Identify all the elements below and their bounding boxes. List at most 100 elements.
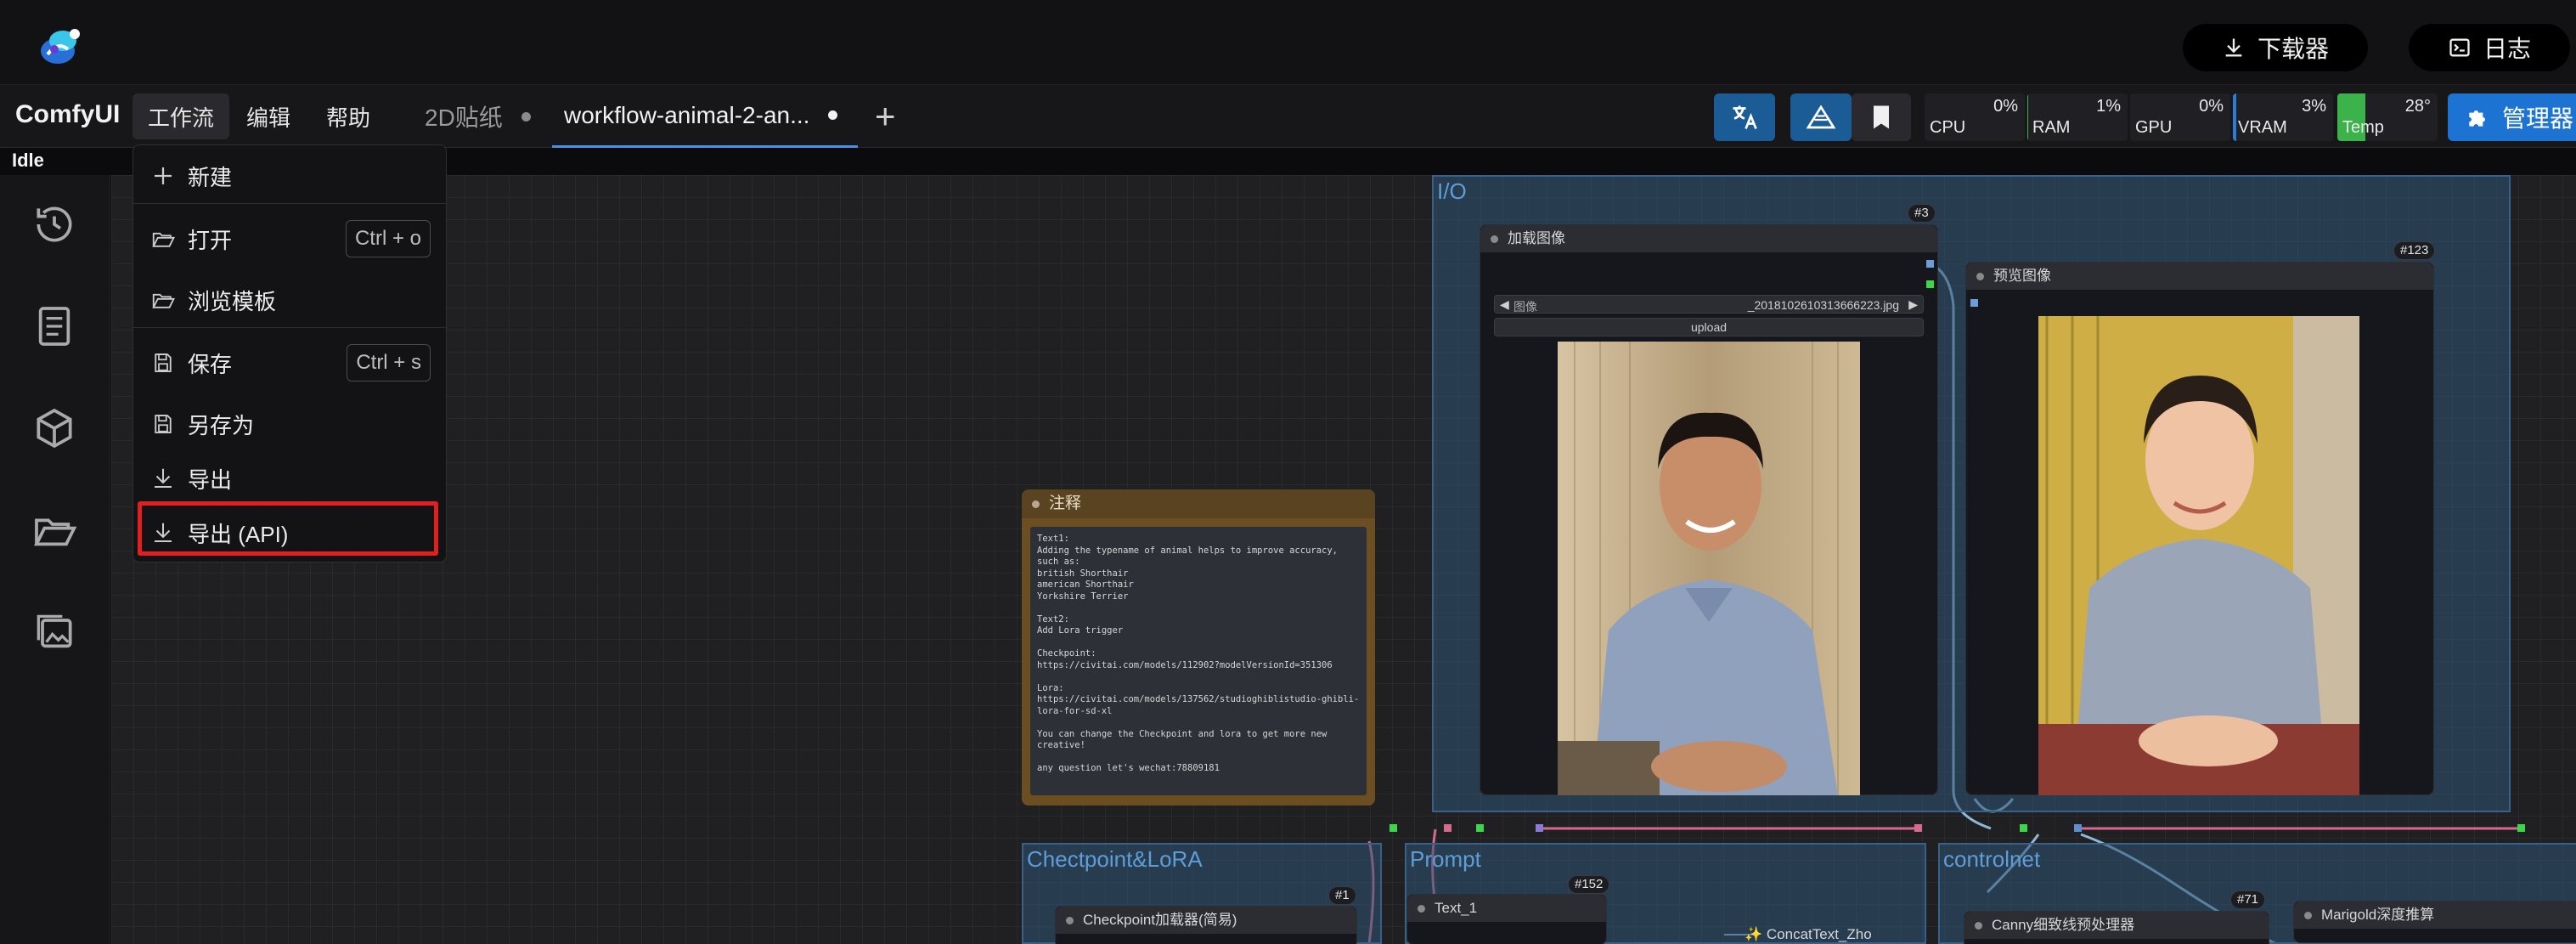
ram-bar: [2027, 93, 2028, 141]
node-status-dot-icon: [1975, 922, 1982, 930]
output-anime-image: [2038, 316, 2359, 795]
menu-item-new[interactable]: 新建: [150, 154, 431, 198]
ram-value: 1%: [2096, 97, 2121, 116]
text-node[interactable]: Text_1: [1406, 894, 1607, 944]
node-title: 加载图像: [1508, 230, 1565, 246]
downloader-button[interactable]: 下载器: [2183, 24, 2368, 71]
sidebar-library[interactable]: [31, 302, 78, 350]
translate-icon: [1733, 105, 1757, 130]
sidebar-images[interactable]: [31, 608, 78, 656]
slot-dot-icon[interactable]: [2074, 824, 2082, 832]
image-select-widget[interactable]: ◀ 图像 _20181026103136662​23.jpg ▶: [1494, 295, 1924, 314]
menu-item-label: 浏览模板: [188, 288, 277, 314]
menu-item-save[interactable]: 保存 Ctrl + s: [150, 341, 431, 385]
group-title: Prompt: [1410, 846, 1481, 872]
vram-value: 3%: [2302, 97, 2326, 116]
slot-dot-icon[interactable]: [1926, 260, 1934, 268]
folder-open-icon: [152, 293, 176, 308]
book-icon: [38, 307, 70, 346]
menu-item-save-as[interactable]: 另存为: [150, 402, 431, 446]
group-title: I/O: [1437, 178, 1467, 204]
arrow-left-icon[interactable]: ◀: [1500, 297, 1509, 312]
save-icon: [155, 353, 172, 372]
slot-dot-icon[interactable]: [1476, 824, 1484, 832]
concat-text-node-title[interactable]: ✨ ConcatText_Zho: [1745, 926, 1872, 943]
node-title: ConcatText_Zho: [1766, 926, 1872, 942]
temp-stat: 28° Temp: [2337, 93, 2438, 141]
node-header[interactable]: Text_1: [1407, 895, 1606, 922]
gpu-value: 0%: [2199, 97, 2224, 116]
sidebar-models[interactable]: [31, 404, 78, 452]
temp-label: Temp: [2342, 118, 2384, 137]
save-icon: [155, 415, 172, 433]
node-header[interactable]: 预览图像: [1966, 263, 2433, 290]
node-status-dot-icon: [1066, 917, 1074, 924]
cpu-value: 0%: [1993, 97, 2018, 116]
node-status-dot-icon: [1491, 235, 1498, 243]
tab-label: 2D贴纸: [425, 105, 503, 131]
sidebar-queue-history[interactable]: [31, 201, 78, 248]
node-header[interactable]: Marigold深度推算: [2294, 902, 2576, 929]
upload-button[interactable]: upload: [1494, 318, 1924, 336]
input-photo: [1558, 342, 1860, 795]
gpu-label: GPU: [2135, 118, 2173, 137]
terminal-icon: [2449, 38, 2470, 57]
tab-2d-sticker[interactable]: 2D贴纸: [425, 85, 531, 148]
node-id-badge: #152: [1568, 875, 1610, 894]
menu-divider: [133, 327, 446, 328]
menu-edit[interactable]: 编辑: [231, 93, 306, 139]
node-id-badge: #1: [1328, 886, 1356, 905]
note-node[interactable]: 注释 Text1: Adding the typename of animal …: [1022, 489, 1375, 806]
slot-dot-icon[interactable]: [2020, 824, 2027, 832]
bookmark-button[interactable]: [1852, 93, 1911, 141]
node-title: Text_1: [1435, 900, 1478, 916]
export-api-highlight-box: [138, 501, 438, 556]
note-header[interactable]: 注释: [1022, 489, 1375, 518]
node-title: Marigold深度推算: [2321, 907, 2435, 923]
note-text[interactable]: Text1: Adding the typename of animal hel…: [1030, 527, 1367, 795]
cube-icon: [37, 408, 72, 449]
mountain-tool-button[interactable]: [1790, 93, 1852, 141]
marigold-depth-node[interactable]: Marigold深度推算: [2293, 901, 2576, 943]
new-tab-plus-icon[interactable]: +: [875, 99, 896, 134]
slot-dot-icon[interactable]: [1926, 280, 1934, 288]
vram-label: VRAM: [2238, 118, 2287, 137]
slot-dot-icon[interactable]: [1444, 824, 1451, 832]
tab-workflow-animal[interactable]: workflow-animal-2-an...: [552, 85, 858, 148]
manager-button[interactable]: 管理器: [2448, 93, 2576, 141]
puzzle-icon: [2469, 110, 2485, 127]
plus-icon: [155, 167, 172, 184]
slot-dot-icon[interactable]: [1536, 824, 1543, 832]
slot-dot-icon[interactable]: [1914, 824, 1922, 832]
sidebar-workflows[interactable]: [31, 506, 78, 554]
temp-value: 28°: [2404, 97, 2431, 116]
log-button[interactable]: 日志: [2409, 24, 2570, 71]
tab-label: workflow-animal-2-an...: [564, 101, 810, 128]
node-header[interactable]: Canny细致线预处理器: [1964, 912, 2269, 939]
checkpoint-loader-node[interactable]: Checkpoint加载器(简易): [1055, 906, 1357, 944]
slot-dot-icon[interactable]: [2517, 824, 2525, 832]
unsaved-dot-icon: [828, 110, 838, 120]
vram-stat: 3% VRAM: [2233, 93, 2333, 141]
translate-button[interactable]: [1714, 93, 1775, 141]
unsaved-dot-icon: [521, 111, 531, 122]
gpu-stat: 0% GPU: [2130, 93, 2230, 141]
menu-item-export[interactable]: 导出: [150, 456, 431, 500]
queue-status: Idle: [12, 150, 44, 171]
menu-workflow[interactable]: 工作流: [132, 93, 230, 139]
app-top-bar: 下载器 日志: [0, 0, 2576, 85]
menu-help[interactable]: 帮助: [311, 93, 386, 139]
node-header[interactable]: Checkpoint加载器(简易): [1056, 907, 1356, 934]
images-icon: [37, 614, 72, 648]
arrow-right-icon[interactable]: ▶: [1908, 297, 1918, 312]
slot-dot-icon[interactable]: [1970, 299, 1978, 307]
note-title: 注释: [1049, 495, 1082, 512]
node-title: 预览图像: [1993, 268, 2051, 284]
menu-item-browse-templates[interactable]: 浏览模板: [150, 278, 431, 322]
cpu-label: CPU: [1930, 118, 1966, 137]
slot-dot-icon[interactable]: [1389, 824, 1397, 832]
canny-preprocessor-node[interactable]: Canny细致线预处理器: [1964, 911, 2269, 944]
node-header[interactable]: 加载图像: [1480, 225, 1937, 252]
node-title: Canny细致线预处理器: [1992, 917, 2135, 933]
menu-item-open[interactable]: 打开 Ctrl + o: [150, 217, 431, 261]
